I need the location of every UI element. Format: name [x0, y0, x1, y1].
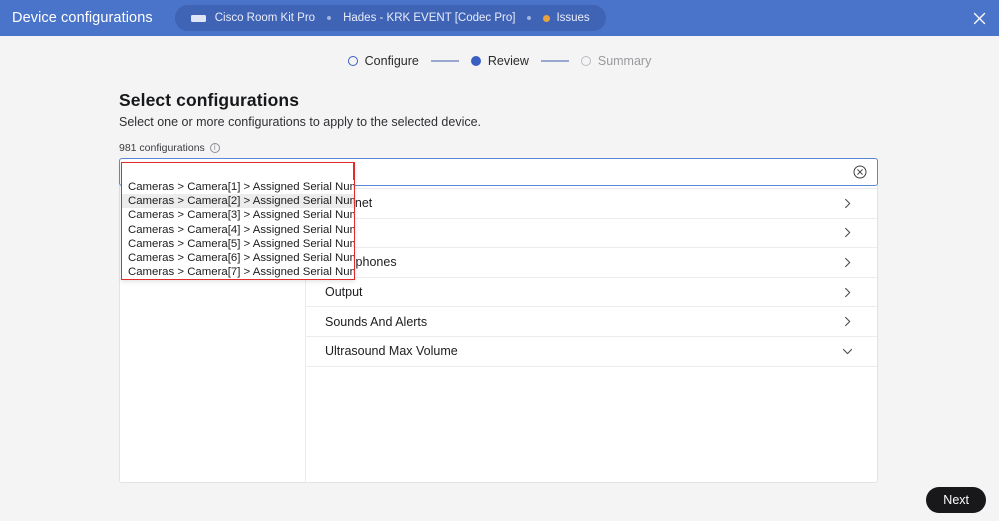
search-suggestions-dropdown: Cameras > Camera[1] > Assigned Serial Nu…	[121, 162, 355, 281]
config-row-input[interactable]: Input	[306, 219, 877, 249]
breadcrumb-separator-1	[327, 16, 332, 20]
stepper-connector-1	[430, 60, 459, 62]
suggestion-item[interactable]: Cameras > Camera[5] > Assigned Serial Nu…	[122, 237, 354, 251]
config-row-output[interactable]: Output	[306, 278, 877, 308]
breadcrumb-separator-2	[527, 16, 532, 20]
chevron-right-icon[interactable]	[841, 315, 854, 328]
device-name: Cisco Room Kit Pro	[214, 12, 316, 24]
wizard-stepper: Configure Review Summary	[0, 54, 999, 68]
suggestion-item[interactable]: Cameras > Camera[4] > Assigned Serial Nu…	[122, 223, 354, 237]
issues-indicator[interactable]: Issues	[543, 12, 590, 24]
step-summary-label: Summary	[597, 54, 652, 68]
suggestion-item[interactable]: Cameras > Camera[3] > Assigned Serial Nu…	[122, 208, 354, 222]
configuration-list: Default Volume Ethernet Input Microphone…	[306, 159, 877, 482]
configuration-count: 981 configurations i	[119, 142, 220, 154]
configuration-count-label: 981 configurations	[119, 142, 205, 154]
suggestion-item[interactable]: Cameras > Camera[7] > Assigned Serial Nu…	[122, 265, 354, 279]
chevron-right-icon[interactable]	[841, 226, 854, 239]
info-icon[interactable]: i	[209, 143, 220, 153]
stepper-connector-2	[540, 60, 569, 62]
config-row-ethernet[interactable]: Ethernet	[306, 189, 877, 219]
step-review-indicator-icon	[470, 56, 481, 66]
page-title: Select configurations	[119, 90, 300, 110]
clear-search-icon[interactable]	[853, 165, 867, 179]
issues-label: Issues	[556, 12, 590, 24]
close-icon[interactable]	[970, 9, 989, 28]
config-row-label: Sounds And Alerts	[325, 314, 428, 329]
step-review[interactable]: Review	[470, 54, 529, 68]
step-summary[interactable]: Summary	[580, 54, 652, 68]
step-configure-label: Configure	[364, 54, 419, 68]
chevron-right-icon[interactable]	[841, 286, 854, 299]
top-bar: Device configurations Cisco Room Kit Pro…	[0, 0, 999, 36]
suggestion-item[interactable]: Cameras > Camera[1] > Assigned Serial Nu…	[122, 180, 354, 194]
config-row-microphones[interactable]: Microphones	[306, 248, 877, 278]
step-review-label: Review	[487, 54, 529, 68]
chevron-right-icon[interactable]	[841, 256, 854, 269]
config-row-label: Ultrasound Max Volume	[325, 344, 458, 359]
device-icon	[190, 14, 206, 22]
chevron-down-icon[interactable]	[841, 345, 854, 358]
next-button[interactable]: Next	[926, 487, 986, 513]
device-breadcrumb-chip[interactable]: Cisco Room Kit Pro Hades - KRK EVENT [Co…	[174, 5, 606, 31]
step-configure-indicator-icon	[347, 56, 358, 66]
config-row-label: Output	[325, 285, 363, 300]
config-row-ultrasound-max-volume[interactable]: Ultrasound Max Volume	[306, 337, 877, 367]
page-subtitle: Select one or more configurations to app…	[119, 115, 482, 129]
app-title: Device configurations	[12, 10, 153, 26]
suggestion-item[interactable]: Cameras > Camera[6] > Assigned Serial Nu…	[122, 251, 354, 265]
step-summary-indicator-icon	[580, 56, 591, 66]
suggestion-item[interactable]: Cameras > Camera[2] > Assigned Serial Nu…	[122, 194, 354, 209]
chevron-right-icon[interactable]	[841, 197, 854, 210]
step-configure[interactable]: Configure	[347, 54, 419, 68]
issues-status-dot	[543, 14, 551, 22]
room-name: Hades - KRK EVENT [Codec Pro]	[343, 12, 516, 24]
config-row-sounds-and-alerts[interactable]: Sounds And Alerts	[306, 307, 877, 337]
